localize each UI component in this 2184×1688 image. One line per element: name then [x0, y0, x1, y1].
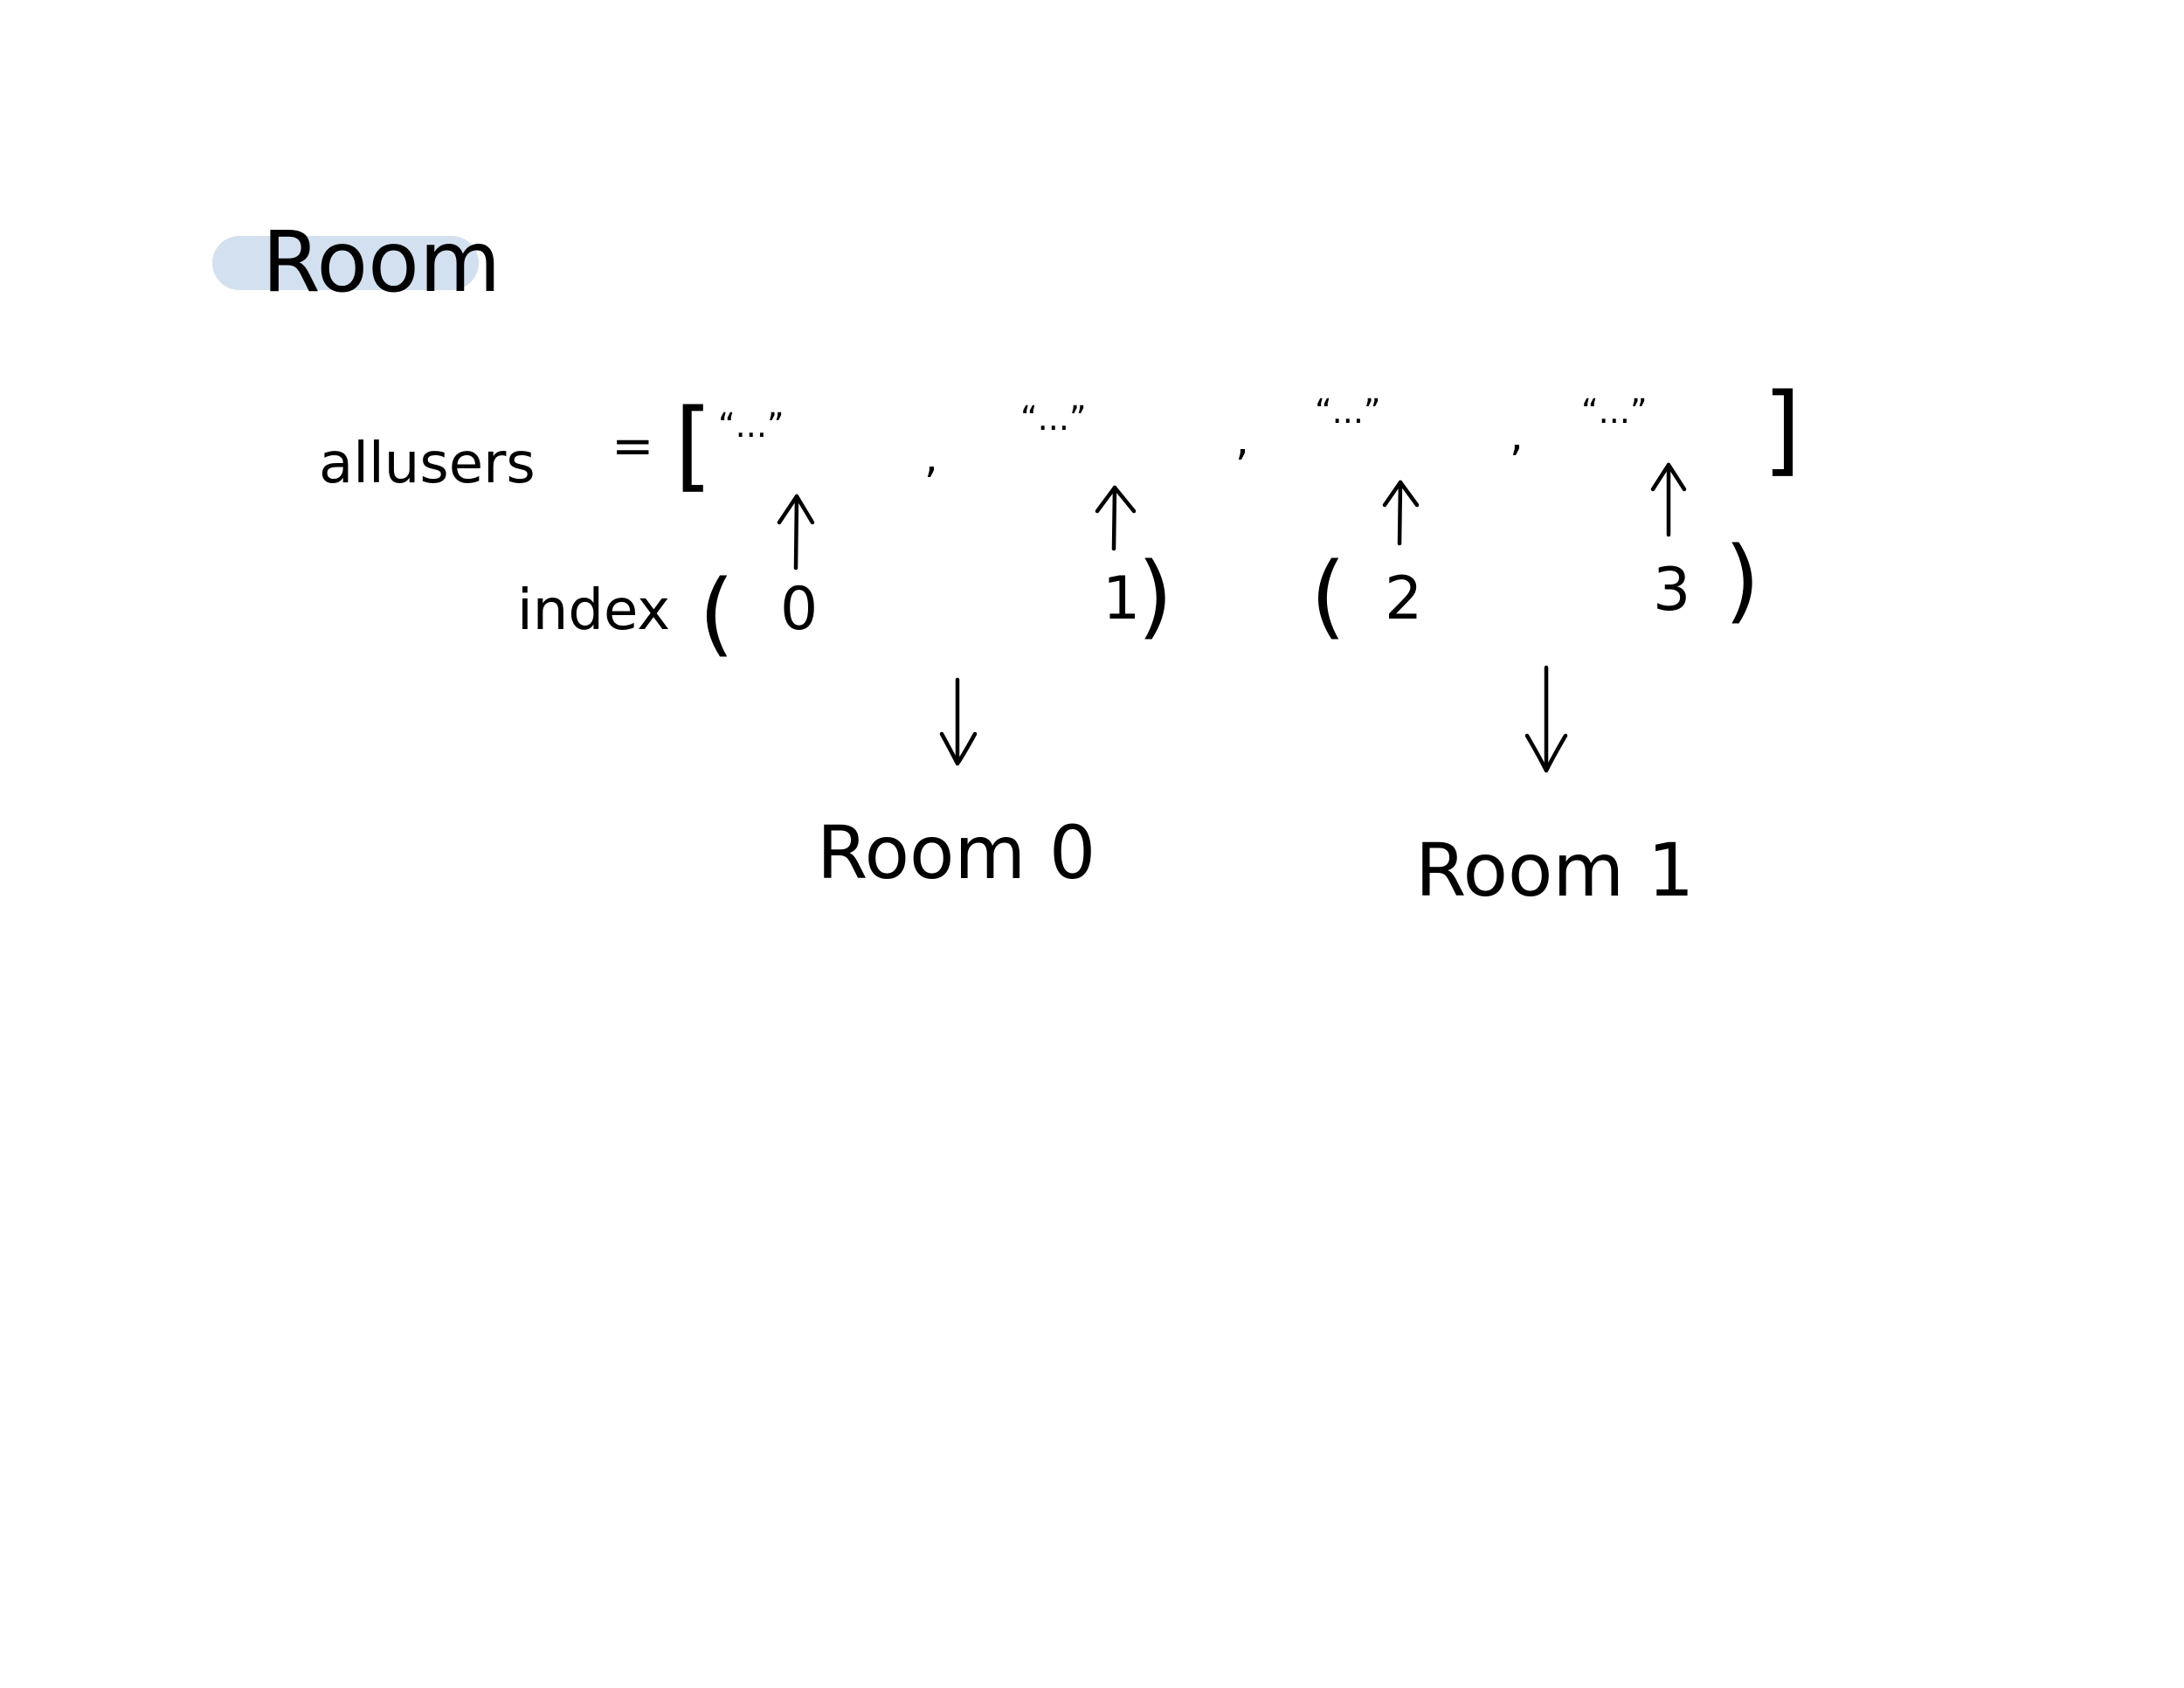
open-bracket: [	[674, 389, 713, 502]
array-element: “...”	[1020, 399, 1087, 438]
index-value: 0	[780, 575, 818, 644]
array-element: “...”	[718, 406, 784, 445]
index-value: 3	[1653, 556, 1690, 625]
array-element: “...”	[1581, 392, 1648, 431]
diagram-svg: Room allusers = [ “...” , “...” , “...” …	[212, 213, 1801, 913]
up-arrow-icon	[1095, 485, 1137, 551]
element-separator: ,	[924, 432, 938, 482]
array-name: allusers	[319, 432, 536, 496]
room-label: Room 0	[817, 810, 1095, 896]
index-label: index	[517, 578, 670, 643]
element-separator: ,	[1235, 414, 1249, 465]
diagram-canvas: Room allusers = [ “...” , “...” , “...” …	[0, 0, 2184, 1688]
up-arrows	[777, 462, 1687, 571]
assign-operator: =	[612, 416, 654, 475]
group-close-paren: )	[1724, 527, 1760, 633]
index-row: index ( 0 1 ) ( 2 3 )	[517, 527, 1760, 667]
group-close-paren: )	[1137, 543, 1173, 649]
group-open-paren: (	[1310, 543, 1346, 649]
array-element: “...”	[1315, 392, 1381, 431]
up-arrow-icon	[1650, 462, 1687, 537]
page-title: Room	[262, 213, 501, 311]
element-separator: ,	[1510, 410, 1524, 460]
array-line: allusers = [ “...” , “...” , “...” , “..…	[319, 373, 1801, 502]
down-arrow-icon	[939, 677, 978, 766]
close-bracket: ]	[1763, 373, 1801, 487]
up-arrow-icon	[1382, 480, 1420, 546]
index-value: 1	[1102, 564, 1140, 633]
index-value: 2	[1385, 564, 1422, 633]
up-arrow-icon	[777, 494, 815, 571]
room-labels: Room 0 Room 1	[817, 810, 1694, 913]
down-arrows	[939, 665, 1568, 773]
down-arrow-icon	[1524, 665, 1568, 773]
room-label: Room 1	[1415, 827, 1694, 913]
group-open-paren: (	[699, 560, 735, 667]
title-group: Room	[212, 213, 501, 311]
